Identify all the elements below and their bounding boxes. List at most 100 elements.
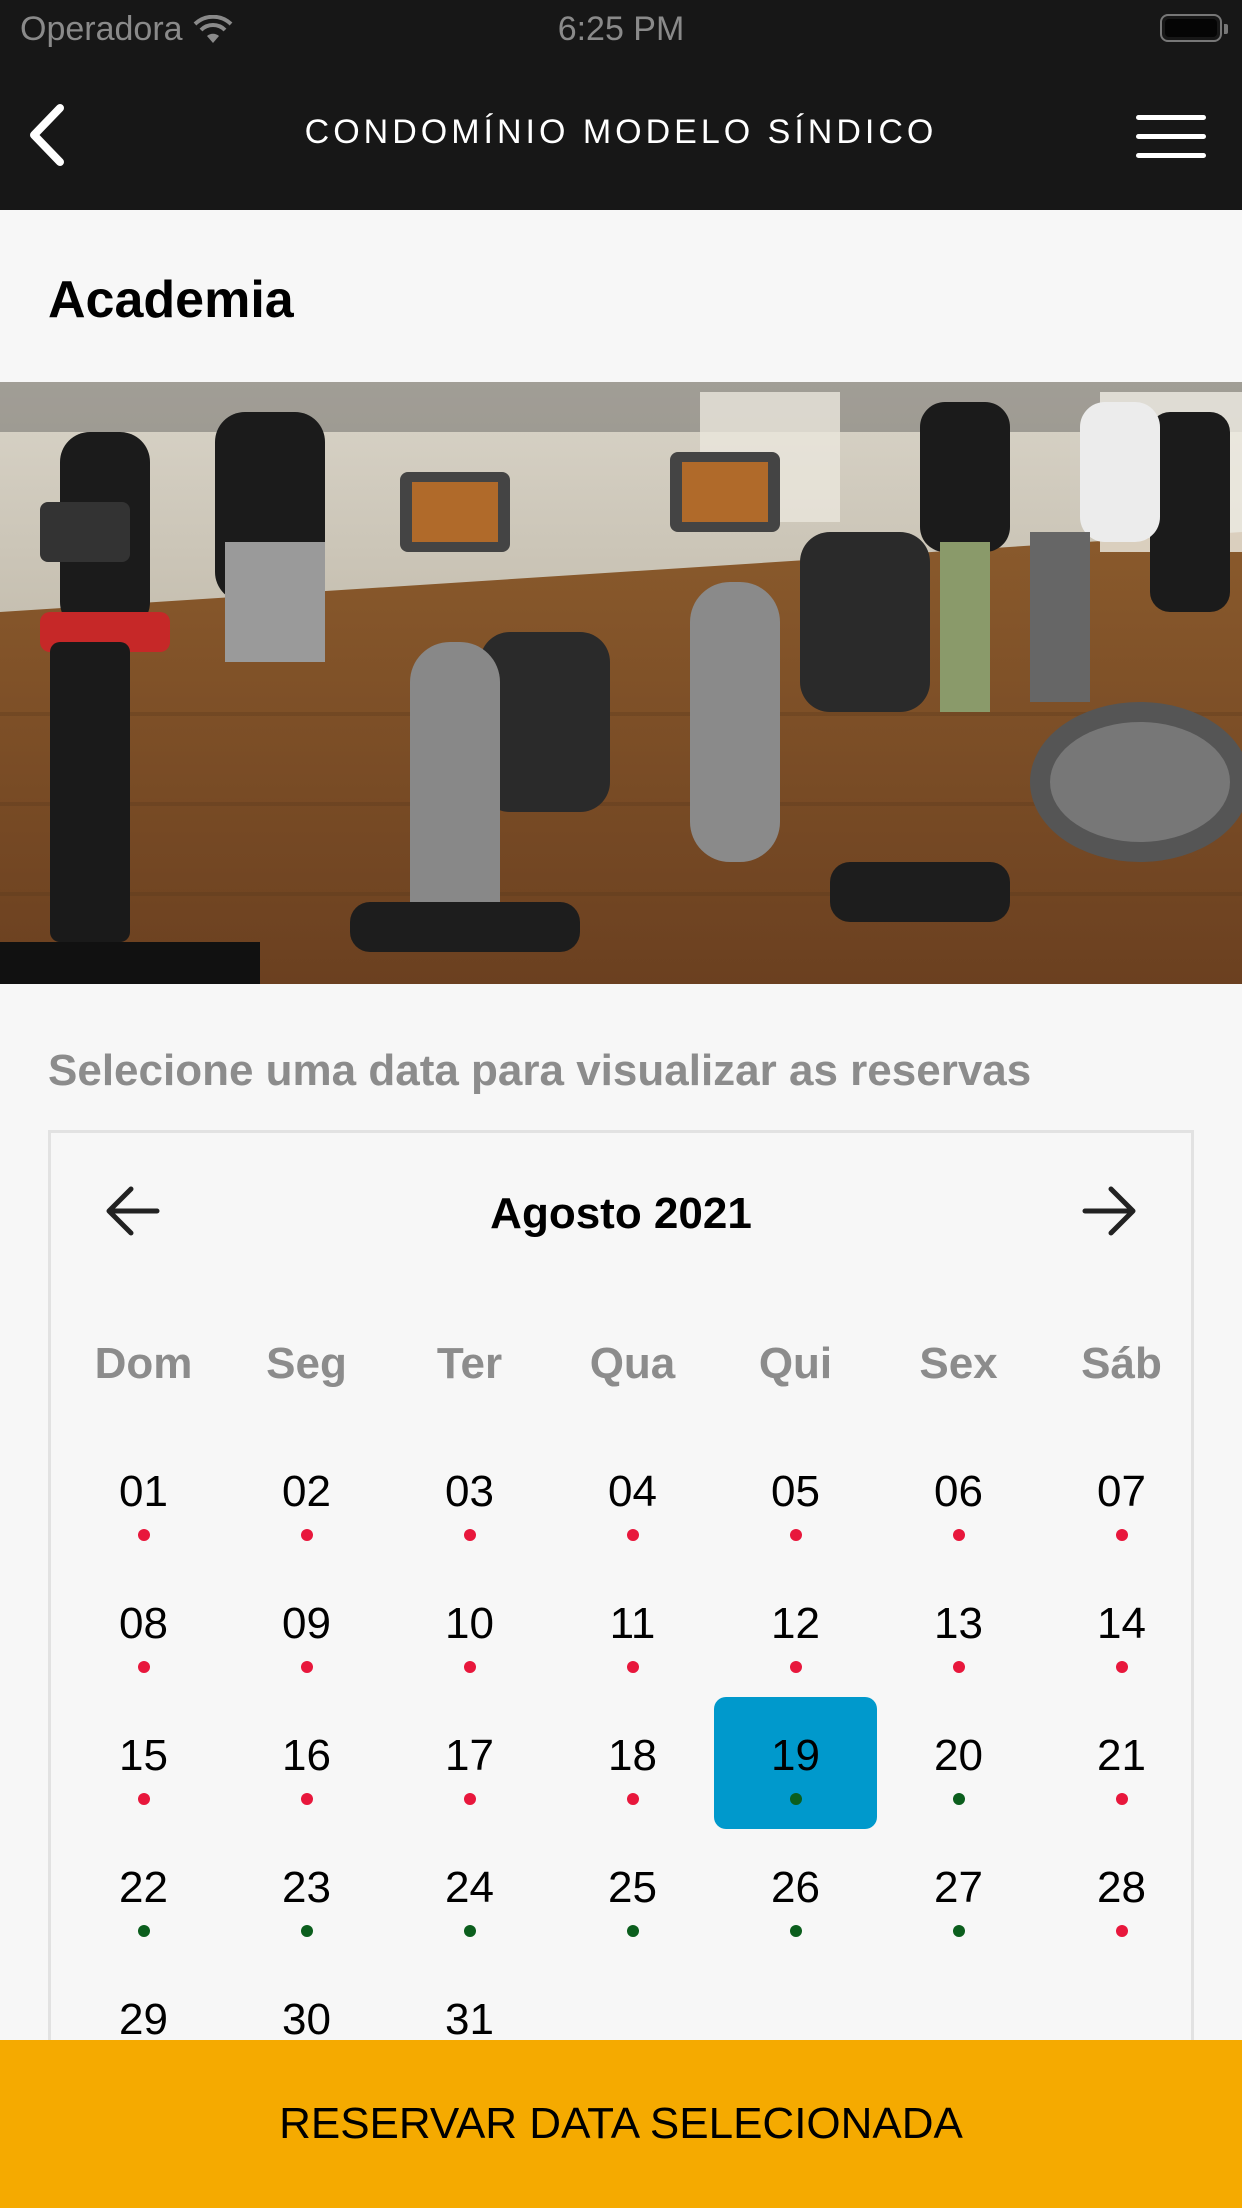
weekday-label: Ter: [436, 1339, 503, 1388]
day-number: 19: [771, 1731, 820, 1780]
calendar-day[interactable]: 28: [1040, 1829, 1203, 1961]
page-title: Academia: [48, 271, 294, 329]
day-number: 27: [934, 1863, 983, 1912]
day-number: 15: [119, 1731, 168, 1780]
booked-dot: [138, 1529, 150, 1541]
weekday-label: Seg: [266, 1339, 347, 1388]
day-number: 20: [934, 1731, 983, 1780]
booked-dot: [464, 1529, 476, 1541]
day-number: 08: [119, 1599, 168, 1648]
day-number: 02: [282, 1467, 331, 1516]
hamburger-icon: [1136, 115, 1206, 120]
status-time: 6:25 PM: [557, 10, 685, 48]
calendar-day[interactable]: 16: [225, 1697, 388, 1829]
calendar-day[interactable]: 04: [551, 1433, 714, 1565]
calendar-day[interactable]: 09: [225, 1565, 388, 1697]
day-number: 24: [445, 1863, 494, 1912]
calendar-day[interactable]: 07: [1040, 1433, 1203, 1565]
day-number: 17: [445, 1731, 494, 1780]
booked-dot: [464, 1793, 476, 1805]
booked-dot: [627, 1529, 639, 1541]
booked-dot: [1116, 1793, 1128, 1805]
day-number: 29: [119, 1995, 168, 2044]
available-dot: [138, 1925, 150, 1937]
booked-dot: [790, 1661, 802, 1673]
calendar-day[interactable]: 26: [714, 1829, 877, 1961]
booked-dot: [627, 1661, 639, 1673]
day-number: 23: [282, 1863, 331, 1912]
calendar-day[interactable]: 06: [877, 1433, 1040, 1565]
available-dot: [953, 1925, 965, 1937]
booked-dot: [790, 1529, 802, 1541]
calendar-day[interactable]: 12: [714, 1565, 877, 1697]
weekday-label: Qui: [758, 1339, 833, 1388]
booked-dot: [1116, 1925, 1128, 1937]
day-number: 11: [609, 1599, 656, 1648]
booked-dot: [1116, 1529, 1128, 1541]
gym-photo: [0, 382, 1242, 984]
weekday-label: Sex: [919, 1339, 998, 1388]
booked-dot: [301, 1529, 313, 1541]
day-number: 28: [1097, 1863, 1146, 1912]
booked-dot: [627, 1793, 639, 1805]
calendar-day[interactable]: 11: [551, 1565, 714, 1697]
day-number: 04: [608, 1467, 657, 1516]
reserve-date-button[interactable]: RESERVAR DATA SELECIONADA: [0, 2040, 1242, 2208]
calendar-day[interactable]: 14: [1040, 1565, 1203, 1697]
booked-dot: [953, 1529, 965, 1541]
calendar-day[interactable]: 20: [877, 1697, 1040, 1829]
day-number: 05: [771, 1467, 820, 1516]
calendar-day[interactable]: 18: [551, 1697, 714, 1829]
month-label: Agosto 2021: [490, 1189, 752, 1238]
booked-dot: [953, 1661, 965, 1673]
header-title: CONDOMÍNIO MODELO SÍNDICO: [304, 113, 938, 151]
day-number: 22: [119, 1863, 168, 1912]
day-number: 21: [1097, 1731, 1146, 1780]
weekday-label: Qua: [589, 1339, 676, 1388]
calendar-day[interactable]: 03: [388, 1433, 551, 1565]
available-dot: [464, 1925, 476, 1937]
next-month-button[interactable]: [1079, 1181, 1139, 1241]
day-number: 06: [934, 1467, 983, 1516]
day-number: 14: [1097, 1599, 1146, 1648]
available-dot: [790, 1793, 802, 1805]
calendar-day[interactable]: 01: [62, 1433, 225, 1565]
available-dot: [627, 1925, 639, 1937]
day-number: 03: [445, 1467, 494, 1516]
calendar-day[interactable]: 08: [62, 1565, 225, 1697]
day-number: 13: [934, 1599, 983, 1648]
day-number: 16: [282, 1731, 331, 1780]
calendar-day[interactable]: 19: [714, 1697, 877, 1829]
day-number: 09: [282, 1599, 331, 1648]
booked-dot: [464, 1661, 476, 1673]
calendar-day[interactable]: 24: [388, 1829, 551, 1961]
menu-button[interactable]: [1136, 115, 1206, 159]
available-dot: [953, 1793, 965, 1805]
day-number: 12: [771, 1599, 820, 1648]
day-number: 01: [119, 1467, 168, 1516]
weekday-header: Dom Seg Ter Qua Qui Sex Sáb: [51, 1339, 1197, 1399]
day-number: 18: [608, 1731, 657, 1780]
arrow-right-icon: [1082, 1186, 1136, 1236]
calendar-day[interactable]: 17: [388, 1697, 551, 1829]
day-number: 31: [445, 1995, 494, 2044]
calendar-day[interactable]: 02: [225, 1433, 388, 1565]
weekday-label: Sáb: [1081, 1339, 1162, 1388]
status-bar: Operadora 6:25 PM: [0, 0, 1242, 60]
calendar-day[interactable]: 21: [1040, 1697, 1203, 1829]
available-dot: [790, 1925, 802, 1937]
day-number: 07: [1097, 1467, 1146, 1516]
calendar-day[interactable]: 10: [388, 1565, 551, 1697]
booked-dot: [301, 1793, 313, 1805]
calendar-day[interactable]: 15: [62, 1697, 225, 1829]
calendar-day[interactable]: 13: [877, 1565, 1040, 1697]
day-number: 30: [282, 1995, 331, 2044]
booked-dot: [1116, 1661, 1128, 1673]
calendar-day[interactable]: 05: [714, 1433, 877, 1565]
calendar-day[interactable]: 22: [62, 1829, 225, 1961]
calendar-day[interactable]: 27: [877, 1829, 1040, 1961]
calendar-day[interactable]: 25: [551, 1829, 714, 1961]
booked-dot: [301, 1661, 313, 1673]
available-dot: [301, 1925, 313, 1937]
calendar-day[interactable]: 23: [225, 1829, 388, 1961]
